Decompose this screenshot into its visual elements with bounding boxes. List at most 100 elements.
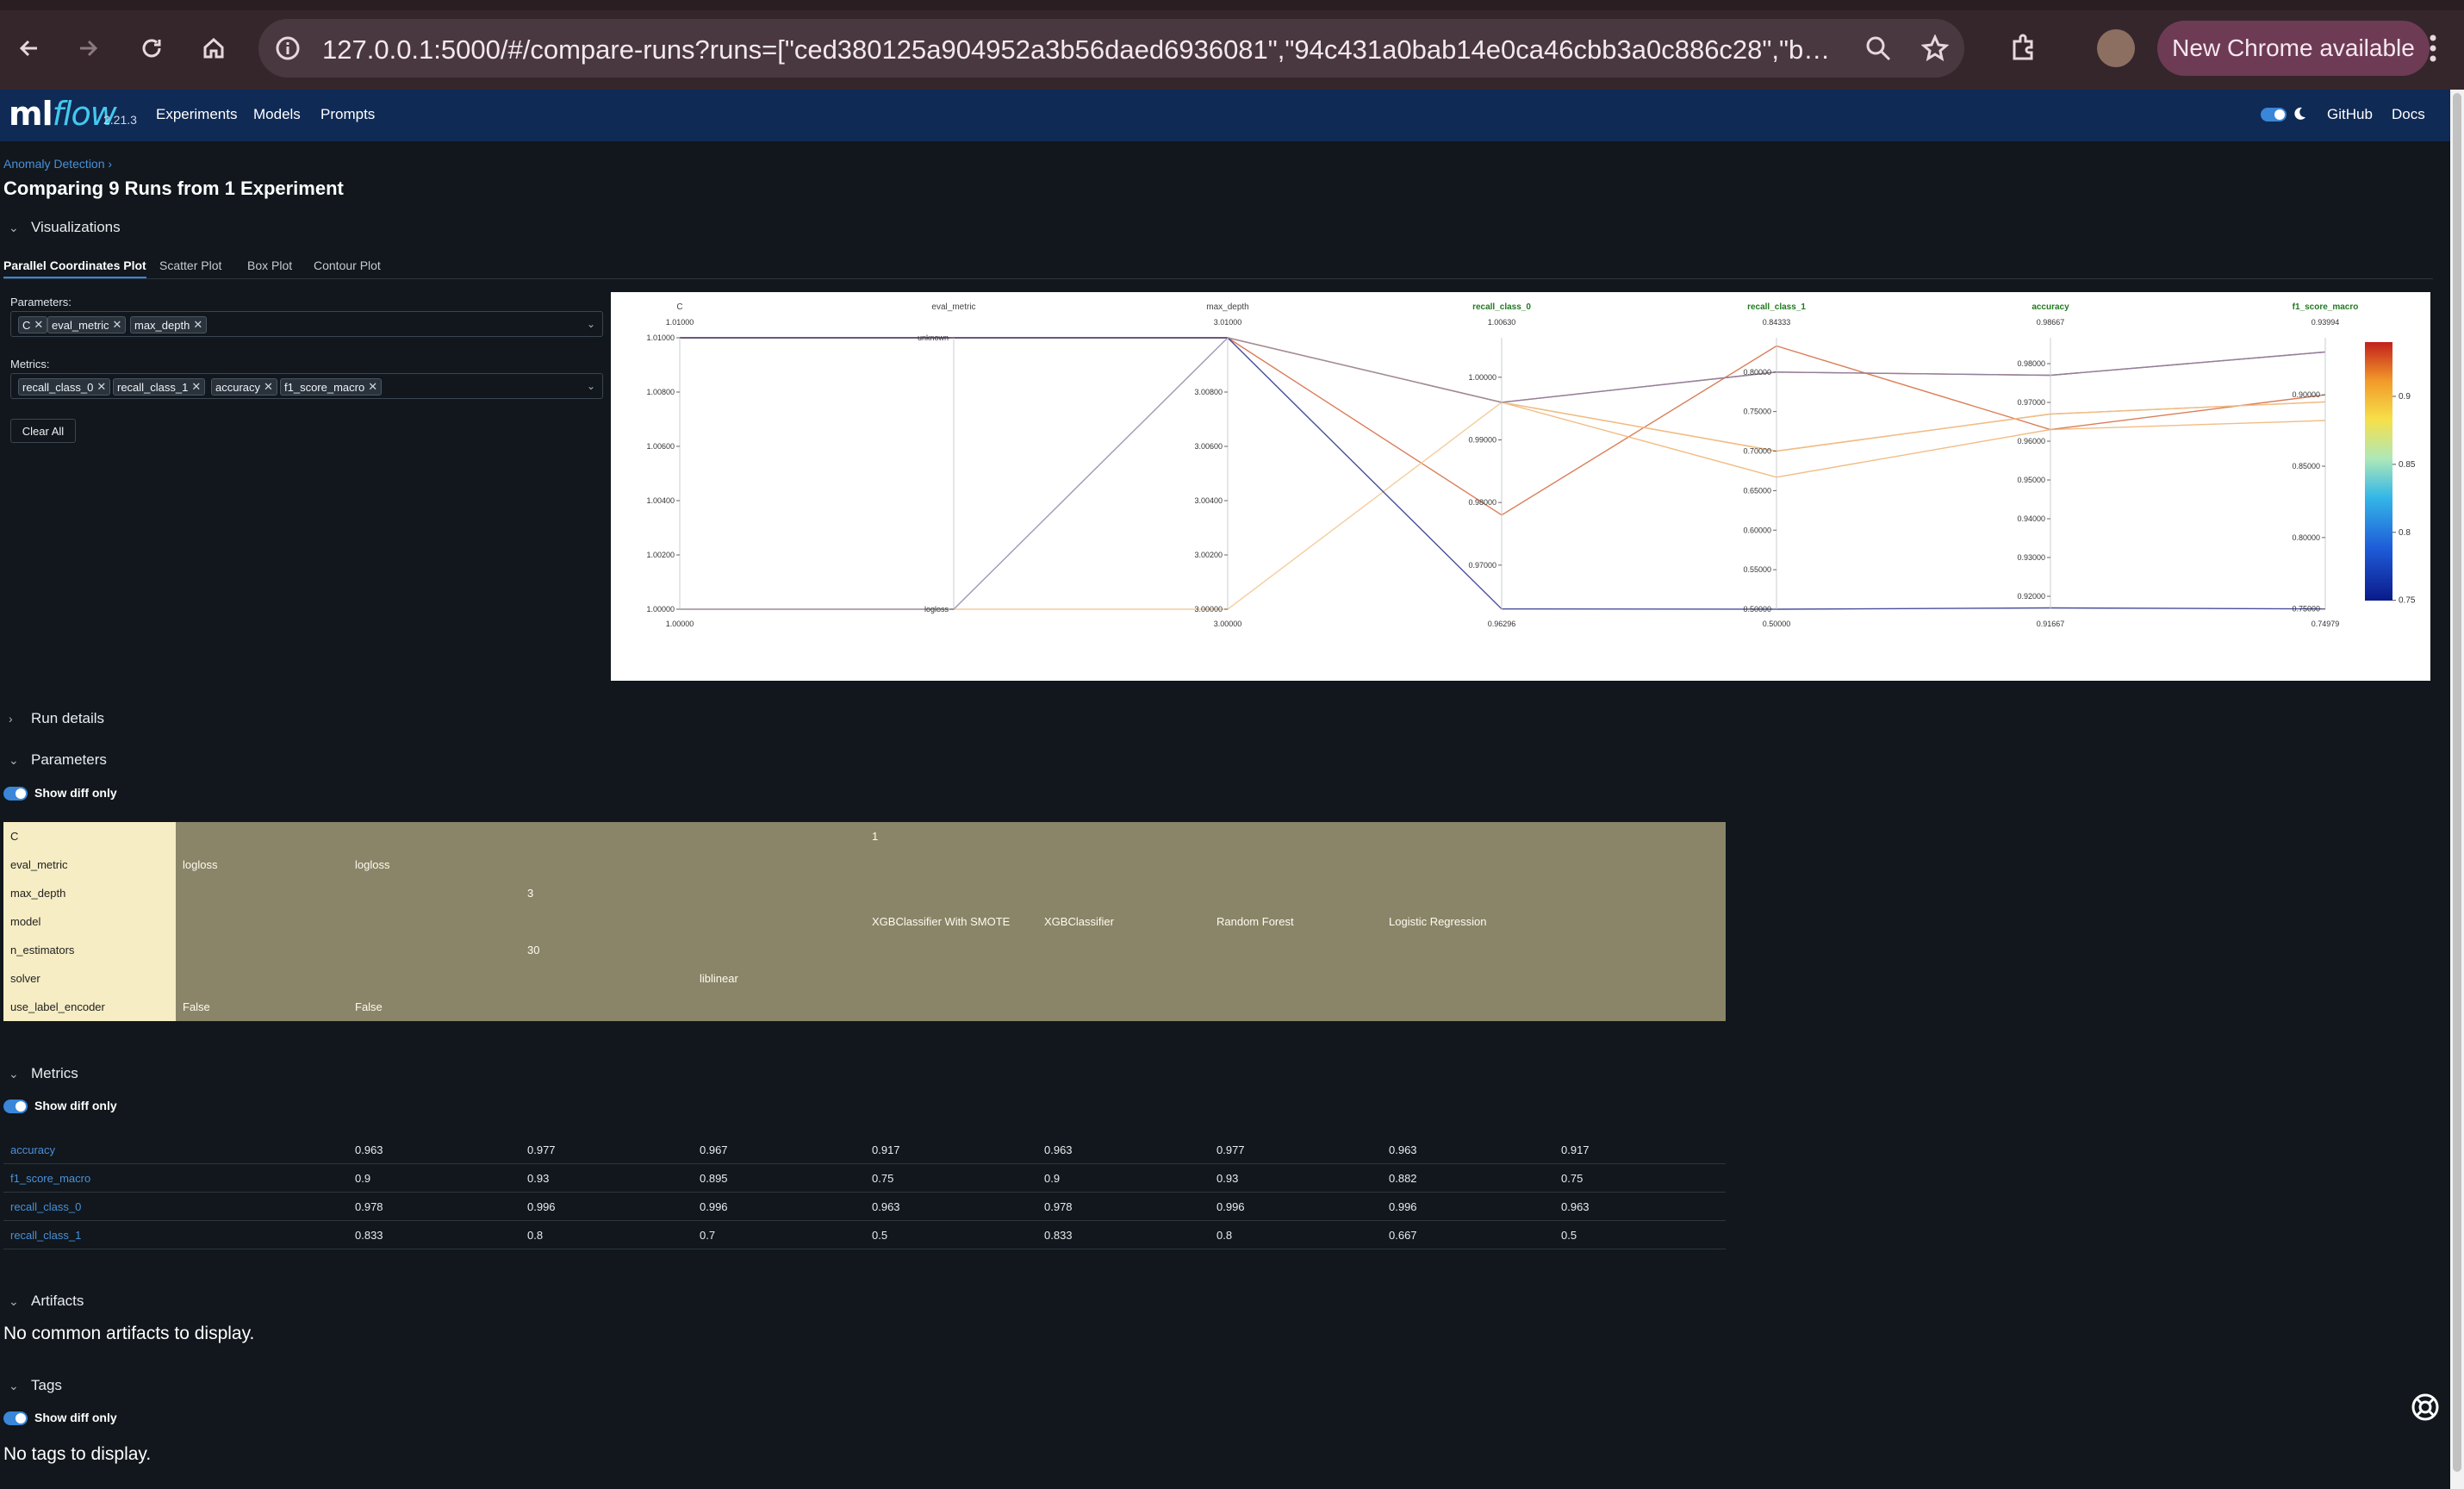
metric-row: f1_score_macro 0.9 0.93 0.895 0.75 0.9 0.93 0.8… bbox=[3, 1164, 1726, 1193]
chip-c[interactable]: C ✕ bbox=[18, 316, 48, 333]
chrome-menu-icon[interactable] bbox=[2426, 33, 2440, 68]
metric-cell: 0.996 bbox=[527, 1200, 556, 1213]
parameters-header[interactable]: ⌄ Parameters bbox=[9, 751, 107, 769]
extensions-icon[interactable] bbox=[2009, 33, 2038, 66]
pc-tick-label: 0.85000 bbox=[2292, 462, 2320, 470]
pc-axis-max-label: 0.98667 bbox=[2037, 318, 2065, 327]
chevron-down-icon: ⌄ bbox=[9, 1066, 19, 1081]
close-icon[interactable]: ✕ bbox=[191, 380, 201, 394]
browser-chrome: 127.0.0.1:5000/#/compare-runs?runs=["ced… bbox=[0, 0, 2464, 90]
address-bar[interactable]: 127.0.0.1:5000/#/compare-runs?runs=["ced… bbox=[258, 19, 1964, 78]
pc-line[interactable] bbox=[680, 337, 2326, 610]
nav-prompts[interactable]: Prompts bbox=[320, 106, 375, 123]
chip-recall-class-1[interactable]: recall_class_1 ✕ bbox=[113, 378, 206, 396]
chip-eval-metric[interactable]: eval_metric ✕ bbox=[47, 316, 127, 333]
metrics-select[interactable]: recall_class_0 ✕ recall_class_1 ✕ accuracy… bbox=[10, 373, 603, 399]
docs-link[interactable]: Docs bbox=[2392, 106, 2425, 123]
back-icon[interactable] bbox=[12, 31, 47, 65]
show-diff-label: Show diff only bbox=[34, 1411, 117, 1424]
viz-tabs: Parallel Coordinates Plot Scatter Plot B… bbox=[3, 255, 2433, 279]
artifacts-title: Artifacts bbox=[31, 1293, 84, 1309]
tab-scatter-plot[interactable]: Scatter Plot bbox=[159, 259, 221, 272]
param-values: liblinear bbox=[176, 964, 1726, 993]
pc-line[interactable] bbox=[680, 337, 2326, 478]
pc-tick-label: 0.95000 bbox=[2017, 476, 2045, 484]
chevron-down-icon[interactable]: ⌄ bbox=[587, 318, 595, 330]
theme-toggle[interactable] bbox=[2261, 108, 2287, 121]
close-icon[interactable]: ✕ bbox=[193, 318, 202, 332]
visualizations-header[interactable]: ⌄ Visualizations bbox=[9, 219, 121, 236]
chevron-down-icon[interactable]: ⌄ bbox=[587, 380, 595, 392]
chip-accuracy[interactable]: accuracy ✕ bbox=[211, 378, 277, 396]
chip-label: f1_score_macro bbox=[284, 380, 365, 394]
tab-contour-plot[interactable]: Contour Plot bbox=[314, 259, 381, 272]
close-icon[interactable]: ✕ bbox=[368, 380, 377, 394]
tab-box-plot[interactable]: Box Plot bbox=[247, 259, 292, 272]
chip-max-depth[interactable]: max_depth ✕ bbox=[130, 316, 208, 333]
metrics-header[interactable]: ⌄ Metrics bbox=[9, 1065, 78, 1082]
pc-tick-label: 0.92000 bbox=[2017, 592, 2045, 601]
pc-line[interactable] bbox=[680, 337, 2326, 403]
update-chrome-button[interactable]: New Chrome available bbox=[2157, 21, 2430, 76]
breadcrumb[interactable]: Anomaly Detection › bbox=[3, 157, 112, 171]
tab-parallel-coordinates[interactable]: Parallel Coordinates Plot bbox=[3, 259, 146, 278]
metric-cell: 0.963 bbox=[1561, 1200, 1590, 1213]
profile-avatar[interactable] bbox=[2097, 29, 2135, 67]
param-row: solver liblinear bbox=[3, 964, 1726, 993]
mlflow-logo[interactable]: mlflow bbox=[9, 95, 117, 133]
run-details-header[interactable]: › Run details bbox=[9, 710, 104, 727]
parallel-coordinates-plot[interactable]: C 1.01000 1.00000 1.01000 1.00800 1.00600 1.00… bbox=[611, 292, 2430, 681]
metric-cell: 0.7 bbox=[700, 1229, 716, 1242]
chevron-down-icon: ⌄ bbox=[9, 1293, 19, 1308]
tags-header[interactable]: ⌄ Tags bbox=[9, 1377, 62, 1394]
colorscale-tick-label: 0.85 bbox=[2399, 460, 2416, 470]
chip-recall-class-0[interactable]: recall_class_0 ✕ bbox=[18, 378, 111, 396]
chevron-down-icon: ⌄ bbox=[9, 1378, 19, 1392]
param-key: solver bbox=[3, 964, 176, 993]
pc-line[interactable] bbox=[680, 401, 2326, 610]
nav-models[interactable]: Models bbox=[253, 106, 301, 123]
close-icon[interactable]: ✕ bbox=[96, 380, 106, 394]
github-link[interactable]: GitHub bbox=[2327, 106, 2373, 123]
close-icon[interactable]: ✕ bbox=[264, 380, 273, 394]
param-values: XGBClassifier With SMOTE XGBClassifier Ran… bbox=[176, 907, 1726, 936]
parameters-select[interactable]: C ✕ eval_metric ✕ max_depth ✕ ⌄ bbox=[10, 311, 603, 337]
pc-tick-label: 3.00400 bbox=[1194, 496, 1223, 505]
help-icon[interactable] bbox=[2411, 1392, 2440, 1422]
pc-tick-label: 0.75000 bbox=[1743, 408, 1771, 416]
pc-axis-min-label: 0.50000 bbox=[1763, 620, 1791, 628]
pc-axis-max-label: 1.01000 bbox=[666, 318, 694, 327]
metric-link[interactable]: recall_class_0 bbox=[10, 1200, 81, 1213]
metric-link[interactable]: accuracy bbox=[10, 1143, 55, 1156]
pc-tick-label: 0.65000 bbox=[1743, 486, 1771, 495]
show-diff-toggle-params[interactable] bbox=[3, 787, 28, 801]
zoom-icon[interactable] bbox=[1864, 34, 1892, 66]
reload-icon[interactable] bbox=[134, 31, 169, 65]
page-scrollbar-thumb[interactable] bbox=[2453, 93, 2461, 1472]
close-icon[interactable]: ✕ bbox=[112, 318, 121, 332]
close-icon[interactable]: ✕ bbox=[34, 318, 43, 332]
tags-empty-message: No tags to display. bbox=[3, 1444, 152, 1464]
show-diff-toggle-metrics[interactable] bbox=[3, 1100, 28, 1113]
bookmark-star-icon[interactable] bbox=[1920, 34, 1950, 66]
pc-axis-title: recall_class_1 bbox=[1747, 302, 1806, 312]
metric-cell: 0.967 bbox=[700, 1143, 728, 1156]
param-cell: XGBClassifier bbox=[1044, 915, 1114, 928]
parameters-table: C 1 eval_metric logloss logloss max_depth 3 mod… bbox=[3, 822, 1726, 1021]
metric-link[interactable]: f1_score_macro bbox=[10, 1172, 90, 1185]
parameters-field-label: Parameters: bbox=[10, 296, 72, 308]
clear-all-button[interactable]: Clear All bbox=[10, 419, 76, 443]
artifacts-header[interactable]: ⌄ Artifacts bbox=[9, 1293, 84, 1310]
home-icon[interactable] bbox=[196, 31, 231, 65]
forward-icon[interactable] bbox=[71, 31, 105, 65]
pc-line[interactable] bbox=[680, 337, 2326, 610]
url-text: 127.0.0.1:5000/#/compare-runs?runs=["ced… bbox=[322, 34, 1839, 65]
pc-line[interactable] bbox=[680, 337, 2326, 516]
chip-label: C bbox=[22, 318, 31, 332]
chip-f1-score-macro[interactable]: f1_score_macro ✕ bbox=[280, 378, 383, 396]
pc-line[interactable] bbox=[680, 337, 2326, 452]
metric-link[interactable]: recall_class_1 bbox=[10, 1229, 81, 1242]
show-diff-toggle-tags[interactable] bbox=[3, 1411, 28, 1425]
nav-experiments[interactable]: Experiments bbox=[156, 106, 237, 123]
site-info-icon[interactable] bbox=[274, 34, 302, 66]
